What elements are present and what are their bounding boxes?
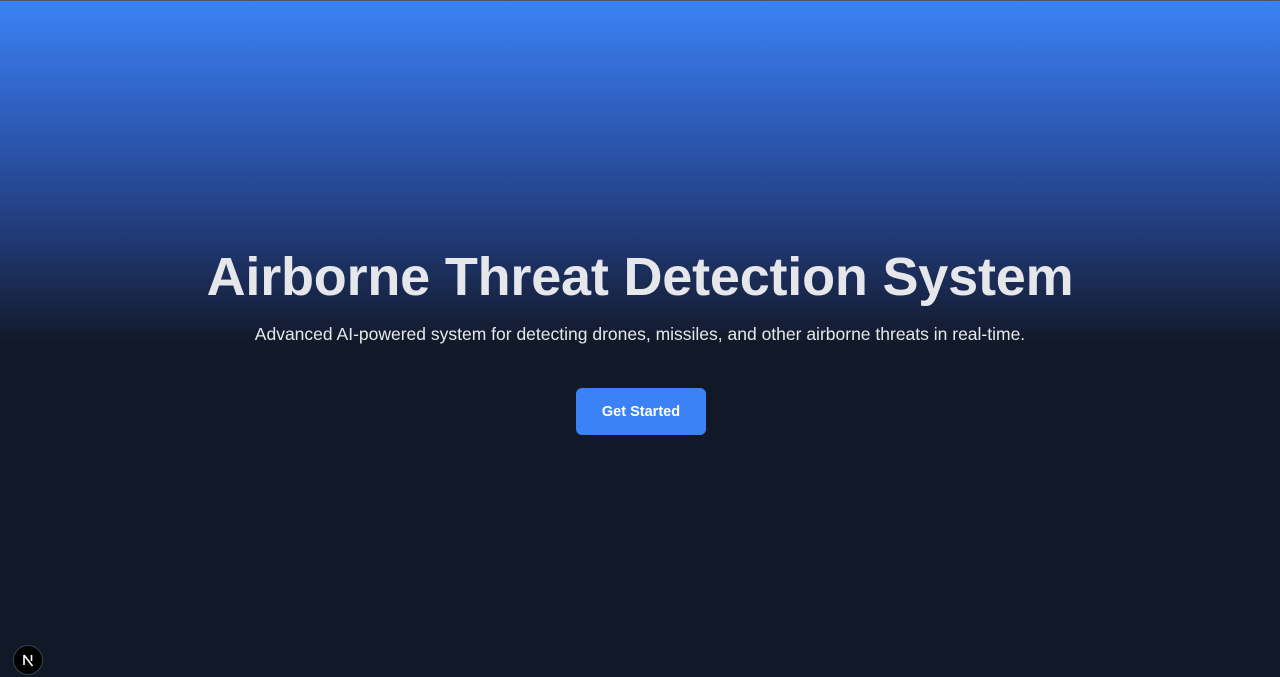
hero-subtitle: Advanced AI-powered system for detecting…: [254, 324, 1026, 344]
get-started-button[interactable]: Get Started: [576, 388, 706, 435]
nextjs-logo-icon: [21, 653, 35, 667]
hero-section: Airborne Threat Detection System Advance…: [0, 0, 1280, 677]
nextjs-dev-indicator[interactable]: [13, 645, 43, 675]
hero-title: Airborne Threat Detection System: [206, 247, 1074, 307]
